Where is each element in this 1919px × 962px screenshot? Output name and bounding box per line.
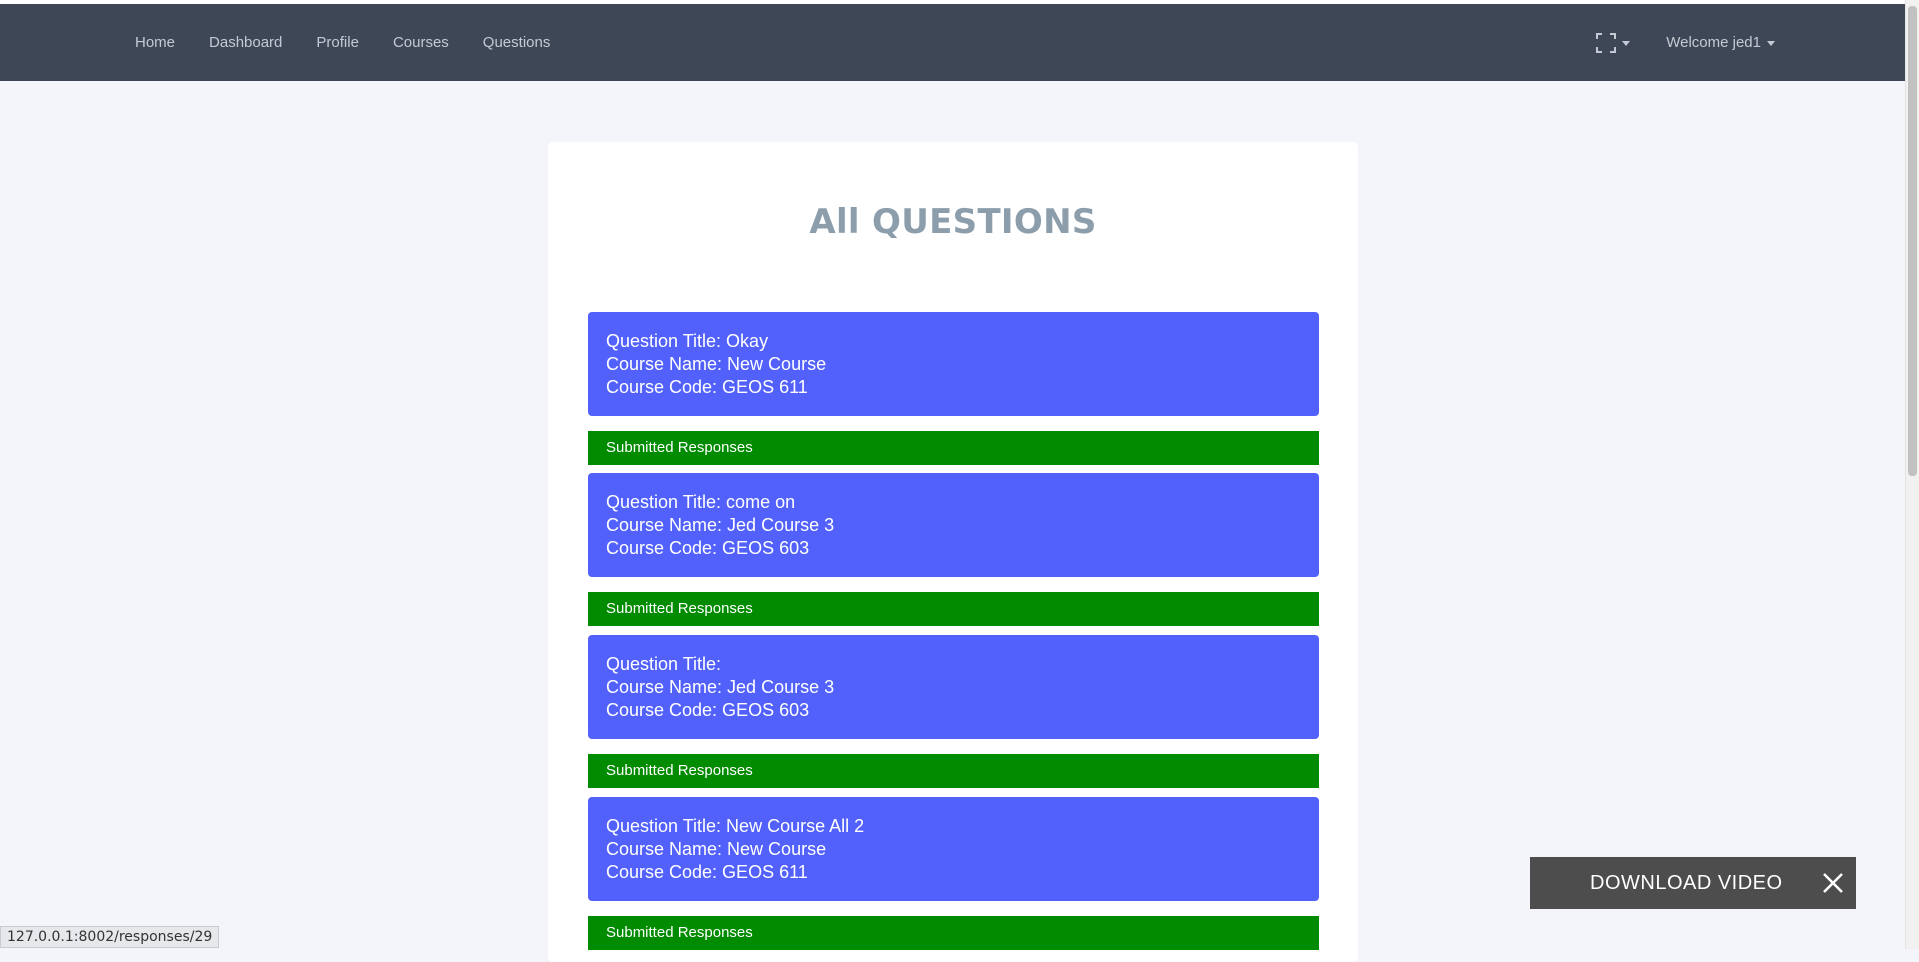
submitted-responses-button[interactable]: Submitted Responses <box>588 754 1319 788</box>
course-name: Course Name: New Course <box>606 839 827 859</box>
course-code: Course Code: GEOS 603 <box>606 700 810 720</box>
submitted-responses-button[interactable]: Submitted Responses <box>588 431 1319 465</box>
status-bar-url: 127.0.0.1:8002/responses/29 <box>0 926 220 948</box>
course-name: Course Name: Jed Course 3 <box>606 677 835 697</box>
nav-questions-link[interactable]: Questions <box>483 34 551 51</box>
nav-profile-link[interactable]: Profile <box>316 34 359 51</box>
questions-card: All QUESTIONS Question Title: Okay Cours… <box>548 142 1358 962</box>
question-card[interactable]: Question Title: come on Course Name: Jed… <box>588 473 1319 577</box>
chevron-down-icon <box>1767 40 1775 46</box>
fullscreen-icon <box>1596 32 1617 53</box>
question-title: Question Title: New Course All 2 <box>606 816 865 836</box>
nav-links: Home Dashboard Profile Courses Questions <box>135 4 584 81</box>
nav-right: Welcome jed1 <box>1596 4 1775 81</box>
chevron-down-icon <box>1622 40 1631 46</box>
welcome-label: Welcome jed1 <box>1666 34 1761 51</box>
fullscreen-dropdown[interactable] <box>1596 32 1631 53</box>
nav-courses-link[interactable]: Courses <box>393 34 449 51</box>
question-title: Question Title: come on <box>606 492 796 512</box>
submitted-responses-button[interactable]: Submitted Responses <box>588 916 1319 950</box>
nav-home-link[interactable]: Home <box>135 34 175 51</box>
top-navbar: Home Dashboard Profile Courses Questions… <box>0 4 1905 81</box>
question-card[interactable]: Question Title: Okay Course Name: New Co… <box>588 312 1319 416</box>
question-title: Question Title: Okay <box>606 331 769 351</box>
scrollbar-thumb[interactable] <box>1908 6 1917 476</box>
course-name: Course Name: New Course <box>606 354 827 374</box>
question-card[interactable]: Question Title: Course Name: Jed Course … <box>588 635 1319 739</box>
course-code: Course Code: GEOS 611 <box>606 377 808 397</box>
download-video-label: DOWNLOAD VIDEO <box>1590 871 1783 894</box>
question-card[interactable]: Question Title: New Course All 2 Course … <box>588 797 1319 901</box>
download-video-banner[interactable]: DOWNLOAD VIDEO <box>1530 857 1856 909</box>
course-code: Course Code: GEOS 611 <box>606 862 808 882</box>
nav-dashboard-link[interactable]: Dashboard <box>209 34 282 51</box>
user-dropdown[interactable]: Welcome jed1 <box>1666 34 1775 51</box>
page-title: All QUESTIONS <box>809 202 1097 242</box>
close-icon[interactable] <box>1820 870 1846 896</box>
submitted-responses-button[interactable]: Submitted Responses <box>588 592 1319 626</box>
page-scrollbar[interactable] <box>1905 0 1919 949</box>
course-name: Course Name: Jed Course 3 <box>606 515 835 535</box>
course-code: Course Code: GEOS 603 <box>606 538 810 558</box>
question-title: Question Title: <box>606 654 722 674</box>
